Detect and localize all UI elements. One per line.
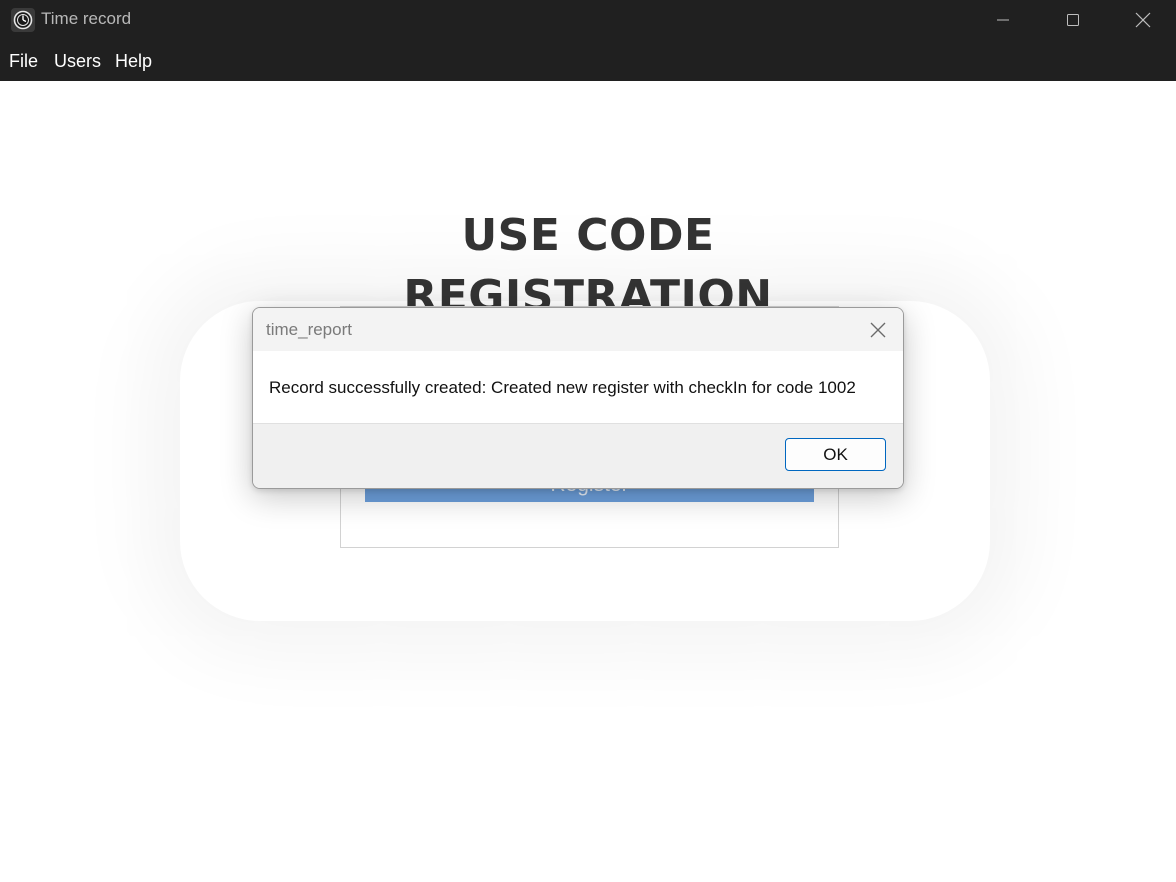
app-window: Time record File Users Help USE CODE REG… <box>0 0 1176 882</box>
minimize-button[interactable] <box>968 0 1038 40</box>
close-icon <box>1135 12 1151 28</box>
close-icon <box>870 322 886 338</box>
dialog-body: Record successfully created: Created new… <box>253 351 903 424</box>
ok-button[interactable]: OK <box>785 438 886 471</box>
dialog-footer: OK <box>253 424 903 488</box>
menu-file[interactable]: File <box>9 51 38 72</box>
clock-app-icon <box>11 8 35 32</box>
message-dialog: time_report Record successfully created:… <box>252 307 904 489</box>
page-title-line-1: USE CODE <box>461 210 715 261</box>
dialog-close-button[interactable] <box>858 316 898 344</box>
menu-bar: File Users Help <box>0 40 1176 81</box>
dialog-message: Record successfully created: Created new… <box>269 378 856 397</box>
maximize-icon <box>1067 14 1079 26</box>
maximize-button[interactable] <box>1038 0 1108 40</box>
dialog-title: time_report <box>266 320 352 339</box>
minimize-icon <box>997 19 1009 21</box>
dialog-title-bar[interactable]: time_report <box>253 308 903 351</box>
menu-help[interactable]: Help <box>115 51 152 72</box>
title-bar[interactable]: Time record <box>0 0 1176 40</box>
menu-users[interactable]: Users <box>54 51 101 72</box>
window-title: Time record <box>41 9 132 28</box>
close-button[interactable] <box>1108 0 1176 40</box>
